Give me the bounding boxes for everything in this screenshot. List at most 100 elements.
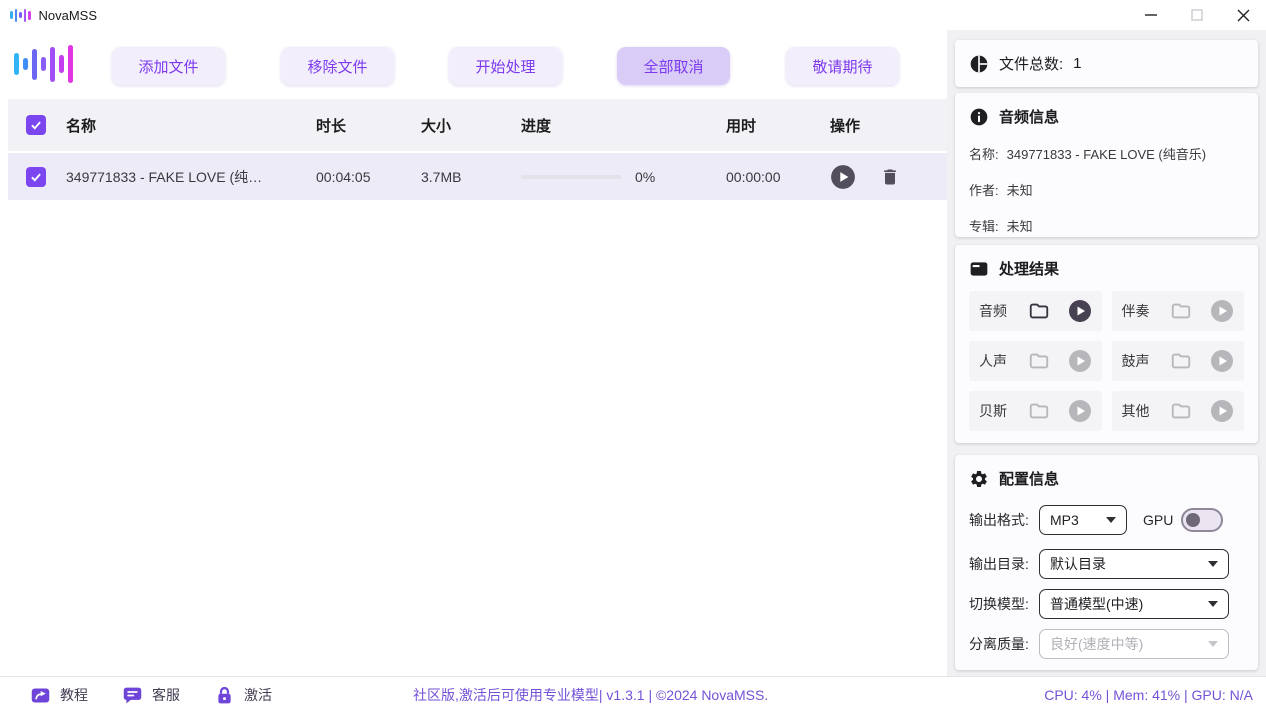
total-files-card: 文件总数: 1 xyxy=(955,40,1258,87)
play-icon xyxy=(1210,399,1234,423)
select-all-checkbox[interactable] xyxy=(26,115,46,135)
row-actions xyxy=(818,164,947,190)
row-elapsed: 00:00:00 xyxy=(718,169,818,185)
results-title: 处理结果 xyxy=(999,258,1059,279)
open-folder-button[interactable] xyxy=(1170,300,1192,322)
window-title: NovaMSS xyxy=(39,8,98,23)
output-dir-value: 默认目录 xyxy=(1050,554,1106,574)
toggle-knob xyxy=(1186,513,1200,527)
open-folder-button[interactable] xyxy=(1028,300,1050,322)
maximize-button[interactable] xyxy=(1174,0,1220,30)
result-item-vocals: 人声 xyxy=(969,341,1102,381)
open-folder-button[interactable] xyxy=(1028,400,1050,422)
system-usage-text: CPU: 4% | Mem: 41% | GPU: N/A xyxy=(1044,677,1253,713)
model-select[interactable]: 普通模型(中速) xyxy=(1039,589,1229,619)
gear-icon xyxy=(969,469,989,489)
play-result-button[interactable] xyxy=(1210,299,1234,323)
quality-select: 良好(速度中等) xyxy=(1039,629,1229,659)
result-label: 音频 xyxy=(979,301,1007,321)
play-result-button[interactable] xyxy=(1068,299,1092,323)
open-folder-button[interactable] xyxy=(1170,350,1192,372)
tutorial-label: 教程 xyxy=(60,685,88,705)
tutorial-link[interactable]: 教程 xyxy=(30,685,88,706)
folder-icon xyxy=(1170,400,1192,422)
audio-info-card: 音频信息 名称: 349771833 - FAKE LOVE (纯音乐) 作者:… xyxy=(955,93,1258,237)
status-bar: 教程 客服 激活 社区版,激活后可使用专业模型| v1.3.1 | ©2024 … xyxy=(0,676,1266,713)
table-row[interactable]: 349771833 - FAKE LOVE (纯… 00:04:05 3.7MB… xyxy=(8,153,947,200)
model-label: 切换模型: xyxy=(969,594,1039,614)
play-result-button[interactable] xyxy=(1068,349,1092,373)
folder-icon xyxy=(1028,400,1050,422)
folder-icon xyxy=(1028,350,1050,372)
config-title: 配置信息 xyxy=(999,468,1059,489)
row-play-button[interactable] xyxy=(830,164,856,190)
total-files-value: 1 xyxy=(1073,55,1081,72)
play-result-button[interactable] xyxy=(1210,399,1234,423)
output-format-label: 输出格式: xyxy=(969,510,1039,530)
result-label: 其他 xyxy=(1122,401,1150,421)
chat-icon xyxy=(122,685,143,706)
audio-album-label: 专辑: xyxy=(969,216,999,235)
footer-links: 教程 客服 激活 xyxy=(30,677,272,713)
minimize-button[interactable] xyxy=(1128,0,1174,30)
version-status-text: 社区版,激活后可使用专业模型| v1.3.1 | ©2024 NovaMSS. xyxy=(413,677,768,713)
play-result-button[interactable] xyxy=(1068,399,1092,423)
close-button[interactable] xyxy=(1220,0,1266,30)
open-folder-button[interactable] xyxy=(1028,350,1050,372)
output-dir-select[interactable]: 默认目录 xyxy=(1039,549,1229,579)
play-icon xyxy=(830,164,856,190)
output-format-select[interactable]: MP3 xyxy=(1039,505,1127,535)
output-dir-label: 输出目录: xyxy=(969,554,1039,574)
result-label: 人声 xyxy=(979,351,1007,371)
row-delete-button[interactable] xyxy=(880,167,900,187)
titlebar: NovaMSS xyxy=(0,0,1266,30)
audio-info-title: 音频信息 xyxy=(999,106,1059,127)
header-actions: 操作 xyxy=(818,115,947,136)
card-stack-icon xyxy=(969,259,989,279)
activate-link[interactable]: 激活 xyxy=(214,685,272,706)
start-processing-button[interactable]: 开始处理 xyxy=(449,47,562,85)
open-folder-button[interactable] xyxy=(1170,400,1192,422)
info-icon xyxy=(969,107,989,127)
window-controls xyxy=(1128,0,1266,30)
play-icon xyxy=(1068,399,1092,423)
audio-album-value: 未知 xyxy=(1007,216,1033,235)
quality-label: 分离质量: xyxy=(969,634,1039,654)
gpu-toggle[interactable] xyxy=(1181,508,1223,532)
row-duration: 00:04:05 xyxy=(308,169,413,185)
row-checkbox[interactable] xyxy=(26,167,46,187)
activate-label: 激活 xyxy=(244,685,272,705)
audio-artist-label: 作者: xyxy=(969,180,999,199)
add-files-button[interactable]: 添加文件 xyxy=(112,47,225,85)
coming-soon-button[interactable]: 敬请期待 xyxy=(786,47,899,85)
progress-label: 0% xyxy=(635,169,655,185)
audio-name-field: 名称: 349771833 - FAKE LOVE (纯音乐) xyxy=(969,144,1244,163)
quality-row: 分离质量: 良好(速度中等) xyxy=(969,629,1244,659)
folder-icon xyxy=(1170,350,1192,372)
row-checkbox-cell xyxy=(8,167,58,187)
row-size: 3.7MB xyxy=(413,169,513,185)
remove-files-button[interactable]: 移除文件 xyxy=(281,47,394,85)
select-all-checkbox-cell xyxy=(8,115,58,135)
header-elapsed: 用时 xyxy=(718,115,818,136)
play-icon xyxy=(1068,349,1092,373)
result-item-bass: 贝斯 xyxy=(969,391,1102,431)
row-name: 349771833 - FAKE LOVE (纯… xyxy=(58,167,308,187)
quality-value: 良好(速度中等) xyxy=(1050,634,1143,654)
header-duration: 时长 xyxy=(308,115,413,136)
output-format-row: 输出格式: MP3 GPU xyxy=(969,505,1244,535)
total-files-label: 文件总数: xyxy=(999,53,1063,74)
support-link[interactable]: 客服 xyxy=(122,685,180,706)
app-logo-icon xyxy=(10,7,31,23)
play-icon xyxy=(1210,349,1234,373)
toolbar: 添加文件 移除文件 开始处理 全部取消 敬请期待 xyxy=(0,30,947,95)
model-row: 切换模型: 普通模型(中速) xyxy=(969,589,1244,619)
header-size: 大小 xyxy=(413,115,513,136)
config-card: 配置信息 输出格式: MP3 GPU 输出目录: 默认目录 切换模型: 普通模型… xyxy=(955,455,1258,670)
cancel-all-button[interactable]: 全部取消 xyxy=(617,47,730,85)
play-result-button[interactable] xyxy=(1210,349,1234,373)
check-icon xyxy=(29,118,43,132)
check-icon xyxy=(29,170,43,184)
folder-icon xyxy=(1028,300,1050,322)
audio-name-value: 349771833 - FAKE LOVE (纯音乐) xyxy=(1007,144,1206,163)
